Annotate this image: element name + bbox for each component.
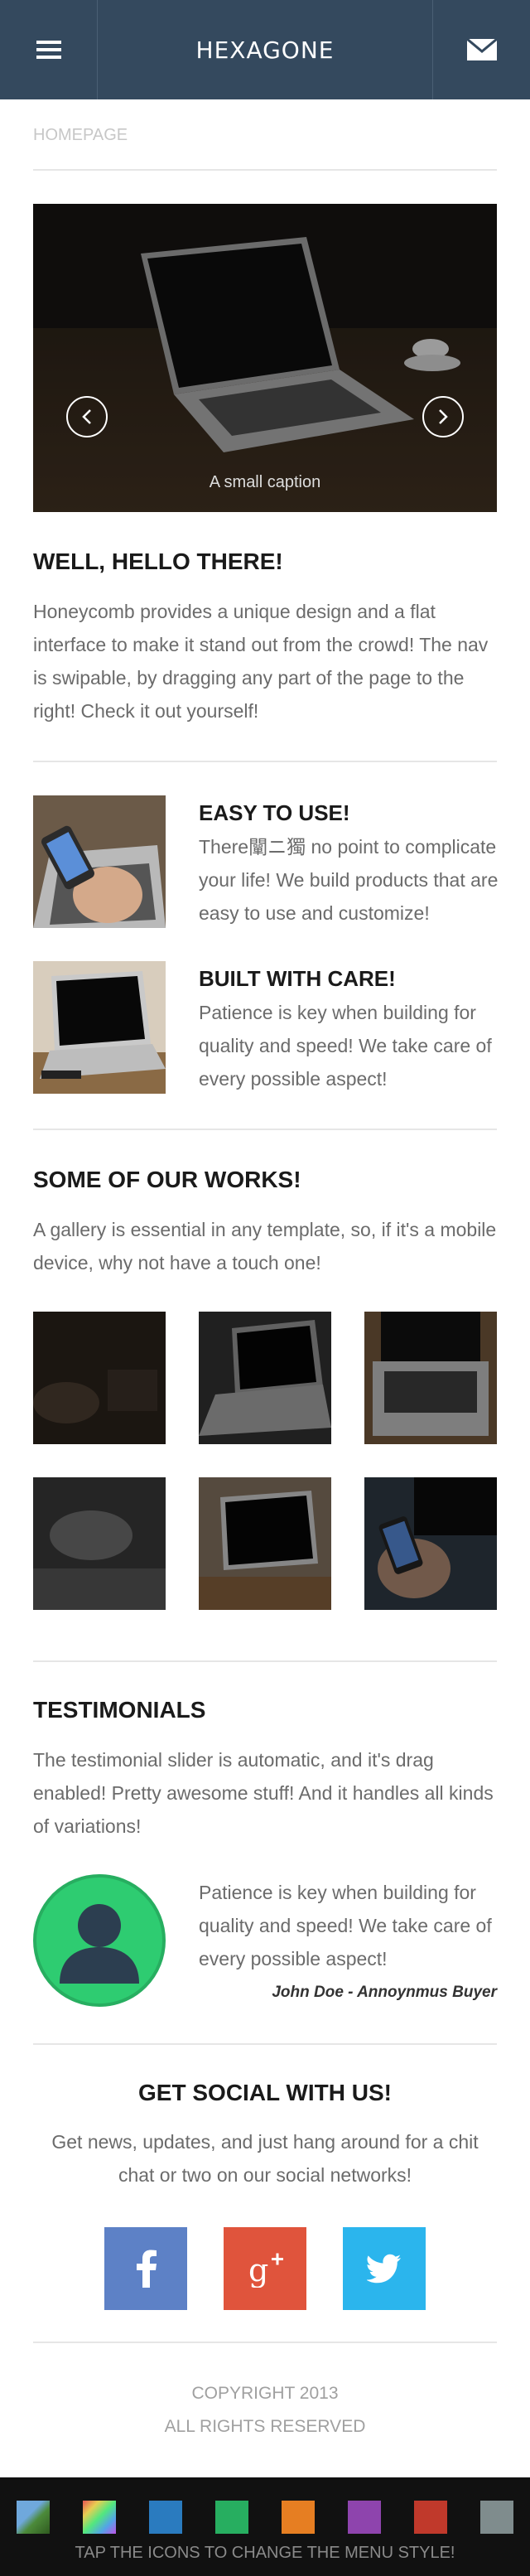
googleplus-icon: g — [248, 2252, 283, 2288]
feature-text-care: Patience is key when building for qualit… — [199, 1002, 492, 1090]
style-swatch-purple[interactable] — [348, 2501, 381, 2534]
slider-next-button[interactable] — [422, 396, 464, 437]
divider — [33, 1129, 497, 1130]
chevron-right-icon — [439, 409, 448, 424]
feature-text-easy: There闡ニ獨 no point to complicate your lif… — [199, 836, 499, 924]
feature-title-care: BUILT WITH CARE! — [199, 966, 396, 991]
gallery-item[interactable] — [364, 1477, 497, 1610]
social-text: Get news, updates, and just hang around … — [51, 2131, 479, 2186]
divider — [33, 2342, 497, 2343]
image-slider[interactable]: A small caption — [33, 204, 497, 512]
chevron-left-icon — [82, 409, 91, 424]
gallery-item[interactable] — [33, 1312, 166, 1444]
testimonial-author: John Doe - Annoynmus Buyer — [272, 1984, 497, 2001]
svg-text:g: g — [248, 2252, 268, 2288]
menu-style-bar: TAP THE ICONS TO CHANGE THE MENU STYLE! — [0, 2477, 530, 2576]
style-swatch-green[interactable] — [215, 2501, 248, 2534]
testimonials-title: TESTIMONIALS — [33, 1697, 206, 1723]
divider — [33, 761, 497, 762]
brand-title[interactable]: HEXAGONE — [99, 0, 431, 99]
facebook-button[interactable] — [104, 2227, 187, 2310]
divider — [33, 169, 497, 171]
footer-note: TAP THE ICONS TO CHANGE THE MENU STYLE! — [75, 2544, 455, 2562]
welcome-text: Honeycomb provides a unique design and a… — [33, 601, 489, 722]
testimonials-text: The testimonial slider is automatic, and… — [33, 1749, 494, 1837]
gallery-item[interactable] — [33, 1477, 166, 1610]
twitter-button[interactable] — [343, 2227, 426, 2310]
menu-button[interactable] — [0, 0, 98, 99]
divider — [33, 2043, 497, 2045]
style-swatch-blue[interactable] — [149, 2501, 182, 2534]
gallery-item[interactable] — [199, 1312, 331, 1444]
style-swatch-rainbow[interactable] — [83, 2501, 116, 2534]
mail-icon — [466, 39, 497, 60]
style-swatch-orange[interactable] — [282, 2501, 315, 2534]
testimonial-quote: Patience is key when building for qualit… — [199, 1882, 492, 1969]
breadcrumb[interactable]: HOMEPAGE — [33, 126, 128, 145]
gallery-item[interactable] — [199, 1477, 331, 1610]
style-swatch-nature[interactable] — [17, 2501, 50, 2534]
facebook-icon — [137, 2250, 157, 2288]
googleplus-button[interactable]: g — [224, 2227, 306, 2310]
style-swatch-red[interactable] — [414, 2501, 447, 2534]
social-title: GET SOCIAL WITH US! — [138, 2080, 392, 2105]
divider — [33, 1660, 497, 1662]
feature-image-laptop — [33, 961, 166, 1094]
rights-line: ALL RIGHTS RESERVED — [164, 2417, 366, 2436]
works-text: A gallery is essential in any template, … — [33, 1219, 497, 1274]
twitter-icon — [367, 2254, 401, 2284]
feature-title-easy: EASY TO USE! — [199, 800, 350, 825]
welcome-title: WELL, HELLO THERE! — [33, 549, 283, 574]
header: HEXAGONE — [0, 0, 530, 99]
slide-caption: A small caption — [209, 473, 321, 491]
feature-image-phone — [33, 795, 166, 928]
style-swatch-gray[interactable] — [480, 2501, 513, 2534]
works-title: SOME OF OUR WORKS! — [33, 1167, 301, 1192]
menu-icon — [36, 41, 61, 59]
user-icon — [60, 1904, 139, 1984]
gallery-item[interactable] — [364, 1312, 497, 1444]
copyright-line: COPYRIGHT 2013 — [191, 2384, 339, 2403]
slide-image — [33, 204, 497, 512]
contact-button[interactable] — [432, 0, 530, 99]
avatar — [33, 1874, 166, 2007]
slider-prev-button[interactable] — [66, 396, 108, 437]
